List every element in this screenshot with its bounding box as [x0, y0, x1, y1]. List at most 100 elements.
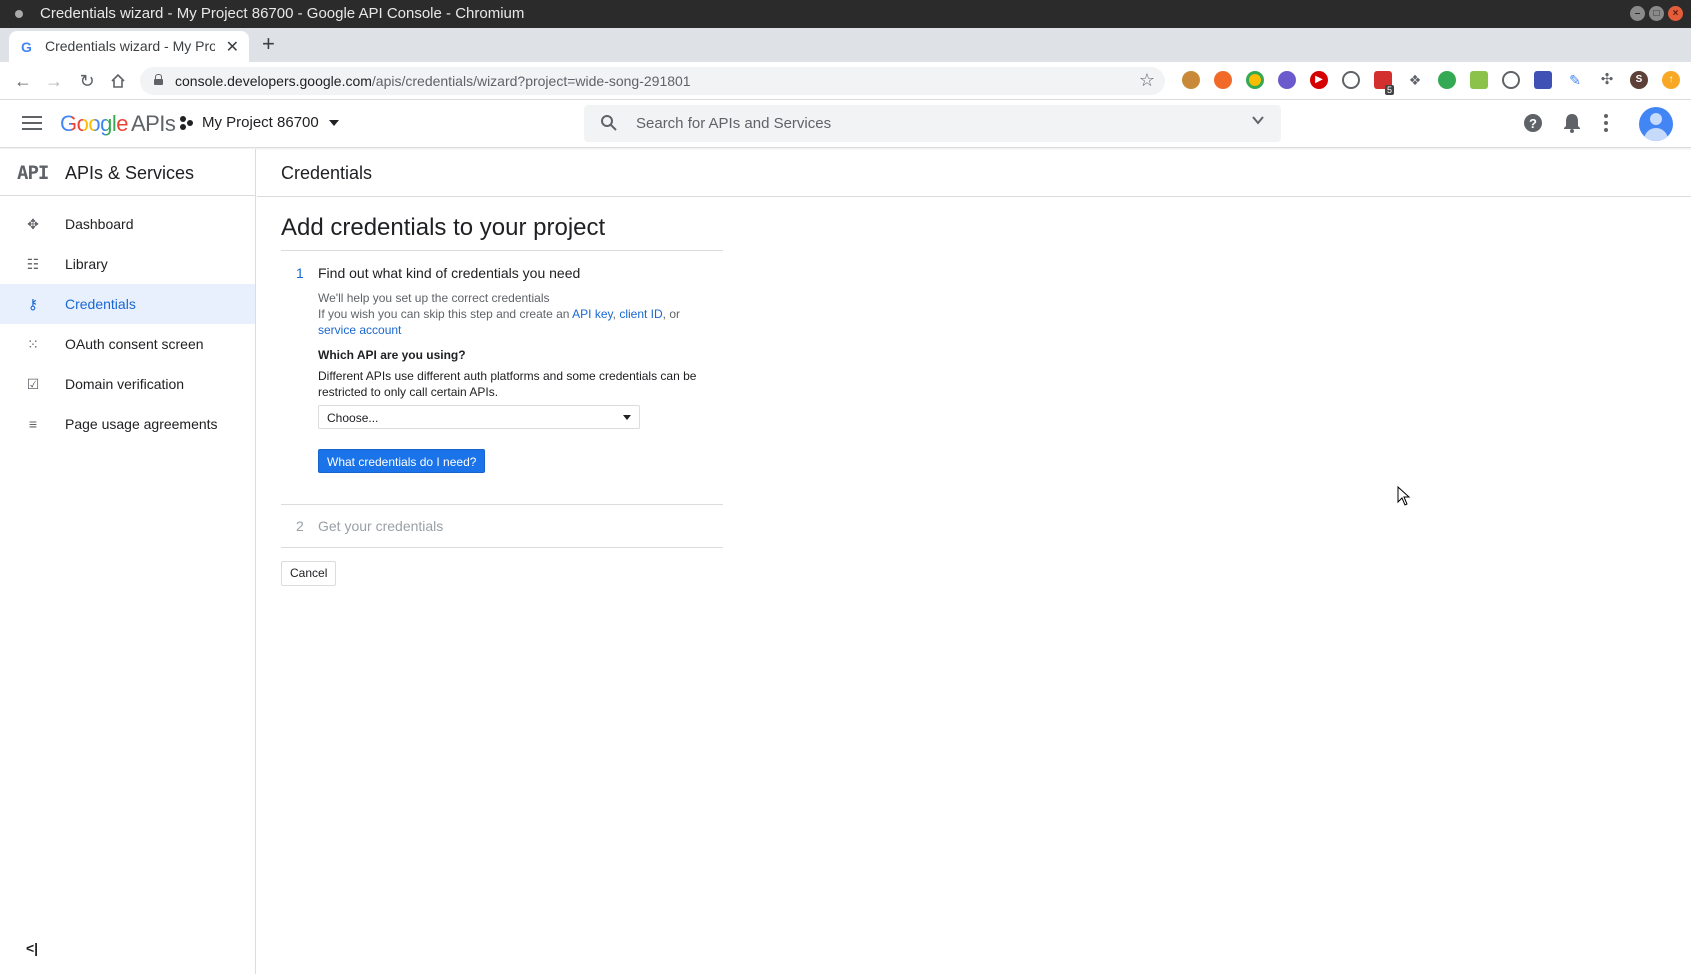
project-icon — [180, 115, 194, 130]
chevron-down-icon — [328, 119, 339, 126]
extensions-puzzle-icon[interactable]: ✣ — [1598, 71, 1616, 89]
cookie-extension-icon[interactable] — [1182, 71, 1200, 89]
window-menu-icon[interactable] — [15, 10, 23, 18]
client-id-link[interactable]: client ID — [619, 307, 662, 321]
mouse-cursor-icon — [1397, 486, 1411, 506]
google-favicon-icon: G — [21, 39, 32, 55]
extension-pen-icon[interactable]: ✎ — [1566, 71, 1584, 89]
dropdown-caret-icon — [623, 415, 631, 420]
search-bar[interactable] — [584, 105, 1281, 142]
collapse-sidebar-icon[interactable]: <| — [26, 940, 38, 956]
key-icon: ⚷ — [27, 296, 39, 312]
dashboard-icon: ✥ — [27, 216, 39, 232]
forward-icon[interactable]: → — [41, 68, 67, 94]
svg-text:?: ? — [1529, 116, 1537, 131]
step-title: Get your credentials — [318, 518, 444, 534]
step-title: Find out what kind of credentials you ne… — [318, 265, 581, 281]
sidebar-item-credentials[interactable]: ⚷ Credentials — [0, 284, 255, 324]
api-question-description: Different APIs use different auth platfo… — [318, 369, 697, 399]
library-icon: ☷ — [26, 256, 40, 272]
window-titlebar: Credentials wizard - My Project 86700 - … — [0, 0, 1691, 28]
search-expand-chevron-icon[interactable] — [1251, 113, 1265, 132]
page-title: Credentials — [281, 163, 373, 183]
main-content: Credentials Add credentials to your proj… — [257, 149, 1691, 974]
service-account-link[interactable]: service account — [318, 323, 401, 337]
tab-strip: G Credentials wizard - My Project 86700 … — [0, 28, 1691, 62]
sidebar-title: APIs & Services — [65, 163, 195, 183]
sidebar-item-domain-verification[interactable]: ☑ Domain verification — [0, 364, 255, 404]
tab-close-icon[interactable]: ✕ — [226, 37, 239, 57]
address-bar[interactable]: console.developers.google.com/apis/crede… — [140, 67, 1165, 95]
wizard-step-2[interactable]: 2 Get your credentials — [281, 505, 723, 548]
extension-screen-icon[interactable] — [1534, 71, 1552, 89]
logo-google-text: Google — [60, 111, 128, 136]
tab-title: Credentials wizard - My Project 86700 - … — [45, 38, 215, 54]
sidebar-item-label: Dashboard — [65, 216, 134, 232]
extension-badge-count: 5 — [1385, 85, 1395, 95]
api-question-label: Which API are you using? — [318, 348, 466, 362]
extension-half-circle-icon[interactable] — [1502, 71, 1520, 89]
extension-purple-icon[interactable] — [1278, 71, 1296, 89]
api-select[interactable]: Choose... — [318, 405, 640, 429]
sidebar-header: API APIs & Services — [0, 149, 255, 196]
window-title: Credentials wizard - My Project 86700 - … — [40, 5, 525, 22]
bookmark-star-icon[interactable]: ☆ — [1139, 70, 1155, 91]
extension-dropbox-icon[interactable]: ❖ — [1406, 71, 1424, 89]
cancel-button[interactable]: Cancel — [281, 561, 337, 586]
logo-apis-text: APIs — [130, 111, 176, 136]
more-options-icon[interactable] — [1603, 113, 1609, 138]
sidebar-item-label: Library — [65, 256, 108, 272]
skip-step-text: If you wish you can skip this step and c… — [318, 307, 681, 321]
reload-icon[interactable]: ↻ — [74, 68, 100, 94]
api-key-link[interactable]: API key — [572, 307, 612, 321]
settings-list-icon: ≡ — [28, 416, 38, 432]
maximize-icon[interactable]: □ — [1649, 6, 1664, 21]
checkbox-icon: ☑ — [26, 376, 40, 392]
sidebar-item-label: Credentials — [65, 296, 136, 312]
sidebar-item-label: Domain verification — [65, 376, 185, 392]
wizard-step-1: 1 Find out what kind of credentials you … — [281, 251, 723, 505]
api-select-value: Choose... — [327, 411, 379, 425]
url-text[interactable]: console.developers.google.com/apis/crede… — [175, 73, 691, 89]
new-tab-button[interactable]: + — [262, 31, 275, 57]
what-credentials-button[interactable]: What credentials do I need? — [318, 449, 486, 473]
extension-chrome-icon[interactable] — [1246, 71, 1264, 89]
profile-avatar[interactable]: S — [1630, 71, 1648, 89]
search-icon — [600, 114, 618, 137]
sidebar-item-library[interactable]: ☷ Library — [0, 244, 255, 284]
minimize-icon[interactable]: – — [1630, 6, 1645, 21]
step-number: 2 — [296, 518, 304, 534]
google-apis-logo[interactable]: Google APIs — [60, 111, 176, 137]
wizard-heading: Add credentials to your project — [281, 214, 723, 251]
menu-icon[interactable] — [22, 116, 42, 130]
lock-icon[interactable] — [154, 74, 163, 85]
step-desc-line: We'll help you set up the correct creden… — [318, 291, 550, 305]
browser-tab-active[interactable]: G Credentials wizard - My Project 86700 … — [9, 31, 249, 62]
browser-toolbar: ← → ↻ console.developers.google.com/apis… — [0, 62, 1691, 100]
oauth-icon: ⁙ — [27, 336, 39, 352]
extension-leaf-icon[interactable] — [1470, 71, 1488, 89]
extension-green-icon[interactable] — [1438, 71, 1456, 89]
sidebar-item-label: OAuth consent screen — [65, 336, 204, 352]
page-title-bar: Credentials — [257, 149, 1691, 197]
back-icon[interactable]: ← — [10, 68, 36, 94]
home-icon[interactable] — [105, 68, 131, 94]
extension-speed-icon[interactable] — [1342, 71, 1360, 89]
credentials-wizard: Add credentials to your project 1 Find o… — [281, 214, 723, 586]
sidebar-item-label: Page usage agreements — [65, 416, 218, 432]
notifications-bell-icon[interactable] — [1563, 113, 1581, 138]
extension-orange-icon[interactable] — [1214, 71, 1232, 89]
sidebar-item-dashboard[interactable]: ✥ Dashboard — [0, 204, 255, 244]
update-icon[interactable]: ↑ — [1662, 71, 1680, 89]
search-input[interactable] — [636, 105, 1216, 142]
extension-youtube-icon[interactable]: ▶ — [1310, 71, 1328, 89]
account-avatar[interactable] — [1639, 107, 1673, 141]
api-logo-icon: API — [17, 162, 49, 184]
sidebar: API APIs & Services ✥ Dashboard ☷ Librar… — [0, 149, 256, 974]
help-icon[interactable]: ? — [1523, 113, 1543, 138]
step-number: 1 — [296, 265, 304, 281]
sidebar-item-page-usage[interactable]: ≡ Page usage agreements — [0, 404, 255, 444]
project-selector[interactable]: My Project 86700 — [180, 114, 339, 131]
sidebar-item-oauth-consent[interactable]: ⁙ OAuth consent screen — [0, 324, 255, 364]
close-window-icon[interactable]: × — [1668, 6, 1683, 21]
